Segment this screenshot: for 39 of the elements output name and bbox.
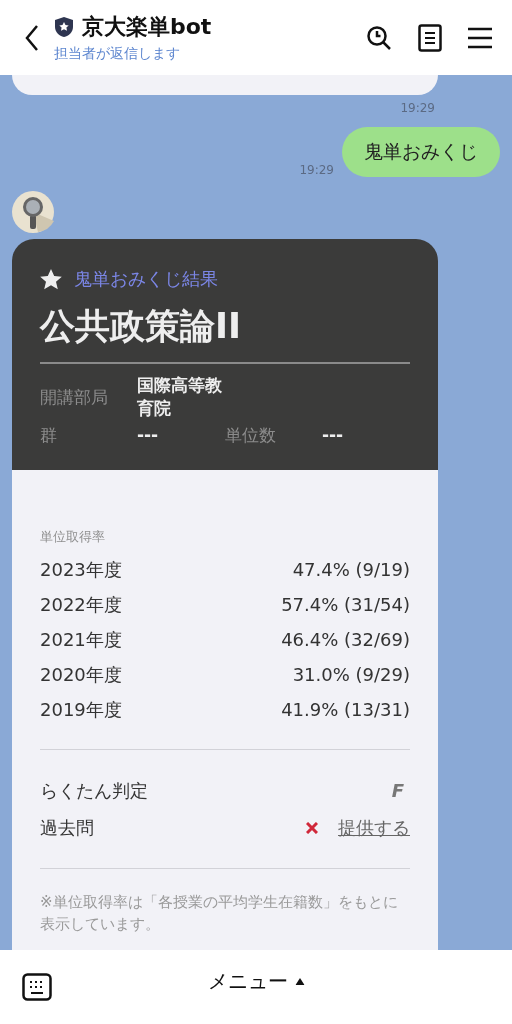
message-time: 19:29 [400,101,435,115]
chat-title: 京大楽単bot [82,13,212,41]
info-label: 開講部局 [40,385,109,409]
info-label: 群 [40,423,58,447]
menu-icon[interactable] [468,26,492,49]
section-heading: 単位取得率 [40,528,106,546]
year-label: 2021年度 [40,627,122,652]
year-label: 2020年度 [40,662,122,687]
message-time: 19:29 [299,163,334,177]
year-label: 2019年度 [40,697,122,722]
rate-value: 41.9% (13/31) [281,699,410,720]
rate-value: 31.0% (9/29) [292,664,410,685]
year-label: 2023年度 [40,557,122,582]
rate-value: 46.4% (32/69) [281,629,410,650]
info-value: --- [322,425,345,445]
info-value: --- [137,425,160,445]
card-label: 鬼単おみくじ結果 [74,267,218,291]
past-exams-label: 過去問 [40,815,94,840]
avatar-icon[interactable] [12,191,54,233]
grade-value: F [391,780,404,801]
message-bubble: 鬼単おみくじ [342,127,500,177]
menu-button[interactable]: メニュー [203,964,309,999]
shield-icon [54,16,74,38]
provide-link[interactable]: 提供する [338,815,410,840]
info-label: 単位数 [225,423,277,447]
year-label: 2022年度 [40,592,122,617]
notes-icon[interactable] [418,23,442,52]
rate-value: 47.4% (9/19) [292,559,410,580]
chat-subtitle: 担当者が返信します [54,45,181,63]
info-value: 国際高等教育院 [137,374,223,420]
caret-up-icon [295,978,305,985]
star-icon [40,268,62,290]
footnote-text: ※単位取得率は「各授業の平均学生在籍数」をもとに表示しています。 [40,892,399,935]
keyboard-icon[interactable] [22,973,52,1001]
judgement-label: らくたん判定 [40,778,148,803]
course-title: 公共政策論II [40,303,410,364]
search-icon[interactable] [366,24,392,51]
back-icon[interactable] [24,23,40,52]
rate-value: 57.4% (31/54) [281,594,410,615]
